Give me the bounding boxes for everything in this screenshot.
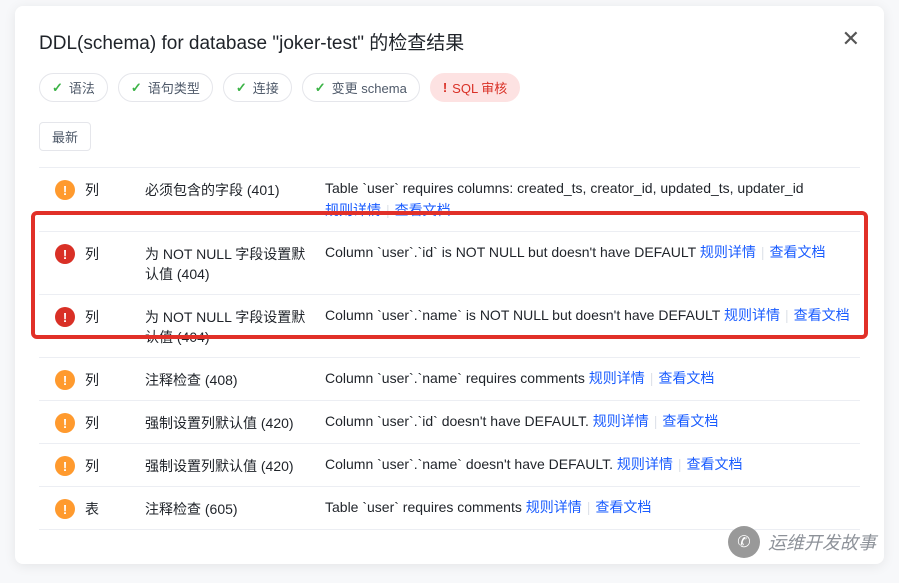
tag-sql-audit[interactable]: ! SQL 审核: [430, 73, 521, 102]
warning-icon: [55, 499, 75, 519]
rule-detail-link[interactable]: 规则详情: [593, 413, 649, 429]
tag-label: 语法: [69, 78, 95, 97]
view-doc-link[interactable]: 查看文档: [662, 413, 718, 429]
rule-detail-link[interactable]: 规则详情: [526, 499, 582, 515]
tag-label: SQL 审核: [452, 78, 507, 97]
warning-icon: [55, 456, 75, 476]
row-rule: 强制设置列默认值 (420): [145, 454, 325, 476]
tag-label: 语句类型: [148, 78, 200, 97]
link-separator: |: [678, 456, 682, 472]
row-message: Column `user`.`name` requires comments 规…: [325, 368, 854, 390]
row-category: 列: [85, 411, 145, 433]
view-doc-link[interactable]: 查看文档: [687, 456, 743, 472]
row-message: Column `user`.`id` is NOT NULL but doesn…: [325, 242, 854, 264]
link-separator: |: [761, 244, 765, 260]
warning-icon: [55, 180, 75, 200]
check-icon: ✓: [131, 80, 142, 96]
row-message: Column `user`.`id` doesn't have DEFAULT.…: [325, 411, 854, 433]
row-message: Table `user` requires comments 规则详情 |查看文档: [325, 497, 854, 519]
message-text: Column `user`.`name` doesn't have DEFAUL…: [325, 456, 617, 472]
row-category: 列: [85, 454, 145, 476]
rule-detail-link[interactable]: 规则详情: [617, 456, 673, 472]
warning-icon: [55, 413, 75, 433]
message-text: Table `user` requires comments: [325, 499, 526, 515]
row-category: 列: [85, 368, 145, 390]
watermark-text: 运维开发故事: [768, 529, 876, 555]
check-icon: ✓: [315, 80, 326, 96]
alert-icon: !: [443, 80, 447, 95]
modal-title: DDL(schema) for database "joker-test" 的检…: [39, 28, 464, 55]
tag-schema-change[interactable]: ✓ 变更 schema: [302, 73, 420, 102]
latest-filter[interactable]: 最新: [39, 122, 91, 151]
row-message: Column `user`.`name` doesn't have DEFAUL…: [325, 454, 854, 476]
row-rule: 注释检查 (408): [145, 368, 325, 390]
watermark: ✆ 运维开发故事: [728, 526, 876, 558]
link-separator: |: [650, 370, 654, 386]
view-doc-link[interactable]: 查看文档: [395, 202, 451, 218]
message-text: Column `user`.`id` is NOT NULL but doesn…: [325, 244, 700, 260]
filter-tags: ✓ 语法 ✓ 语句类型 ✓ 连接 ✓ 变更 schema ! SQL 审核: [39, 73, 860, 102]
table-row: 列注释检查 (408)Column `user`.`name` requires…: [39, 358, 860, 401]
close-icon[interactable]: ✕: [842, 28, 860, 50]
table-row: 表注释检查 (605)Table `user` requires comment…: [39, 487, 860, 530]
message-text: Column `user`.`name` requires comments: [325, 370, 589, 386]
error-icon: [55, 244, 75, 264]
table-row: 列为 NOT NULL 字段设置默认值 (404)Column `user`.`…: [39, 295, 860, 358]
row-rule: 为 NOT NULL 字段设置默认值 (404): [145, 242, 325, 284]
table-row: 列强制设置列默认值 (420)Column `user`.`name` does…: [39, 444, 860, 487]
rule-detail-link[interactable]: 规则详情: [700, 244, 756, 260]
row-message: Column `user`.`name` is NOT NULL but doe…: [325, 305, 854, 327]
link-separator: |: [587, 499, 591, 515]
message-text: Table `user` requires columns: created_t…: [325, 180, 804, 196]
row-rule: 强制设置列默认值 (420): [145, 411, 325, 433]
check-icon: ✓: [52, 80, 63, 96]
view-doc-link[interactable]: 查看文档: [770, 244, 826, 260]
tag-connection[interactable]: ✓ 连接: [223, 73, 292, 102]
rule-detail-link[interactable]: 规则详情: [589, 370, 645, 386]
row-category: 列: [85, 305, 145, 327]
table-row: 列强制设置列默认值 (420)Column `user`.`id` doesn'…: [39, 401, 860, 444]
message-text: Column `user`.`id` doesn't have DEFAULT.: [325, 413, 593, 429]
table-row: 列为 NOT NULL 字段设置默认值 (404)Column `user`.`…: [39, 232, 860, 295]
rule-detail-link[interactable]: 规则详情: [325, 202, 381, 218]
check-result-modal: DDL(schema) for database "joker-test" 的检…: [15, 6, 884, 564]
tag-syntax[interactable]: ✓ 语法: [39, 73, 108, 102]
row-category: 表: [85, 497, 145, 519]
link-separator: |: [785, 307, 789, 323]
row-category: 列: [85, 178, 145, 200]
wechat-icon: ✆: [728, 526, 760, 558]
tag-label: 变更 schema: [332, 78, 407, 97]
results-table: 列必须包含的字段 (401)Table `user` requires colu…: [39, 167, 860, 530]
view-doc-link[interactable]: 查看文档: [595, 499, 651, 515]
row-rule: 为 NOT NULL 字段设置默认值 (404): [145, 305, 325, 347]
tag-statement-type[interactable]: ✓ 语句类型: [118, 73, 213, 102]
table-row: 列必须包含的字段 (401)Table `user` requires colu…: [39, 168, 860, 232]
tag-label: 连接: [253, 78, 279, 97]
warning-icon: [55, 370, 75, 390]
row-rule: 注释检查 (605): [145, 497, 325, 519]
view-doc-link[interactable]: 查看文档: [794, 307, 850, 323]
row-message: Table `user` requires columns: created_t…: [325, 178, 854, 221]
rule-detail-link[interactable]: 规则详情: [724, 307, 780, 323]
view-doc-link[interactable]: 查看文档: [658, 370, 714, 386]
row-rule: 必须包含的字段 (401): [145, 178, 325, 200]
error-icon: [55, 307, 75, 327]
check-icon: ✓: [236, 80, 247, 96]
link-separator: |: [386, 202, 390, 218]
row-category: 列: [85, 242, 145, 264]
link-separator: |: [654, 413, 658, 429]
modal-header: DDL(schema) for database "joker-test" 的检…: [39, 28, 860, 55]
message-text: Column `user`.`name` is NOT NULL but doe…: [325, 307, 724, 323]
